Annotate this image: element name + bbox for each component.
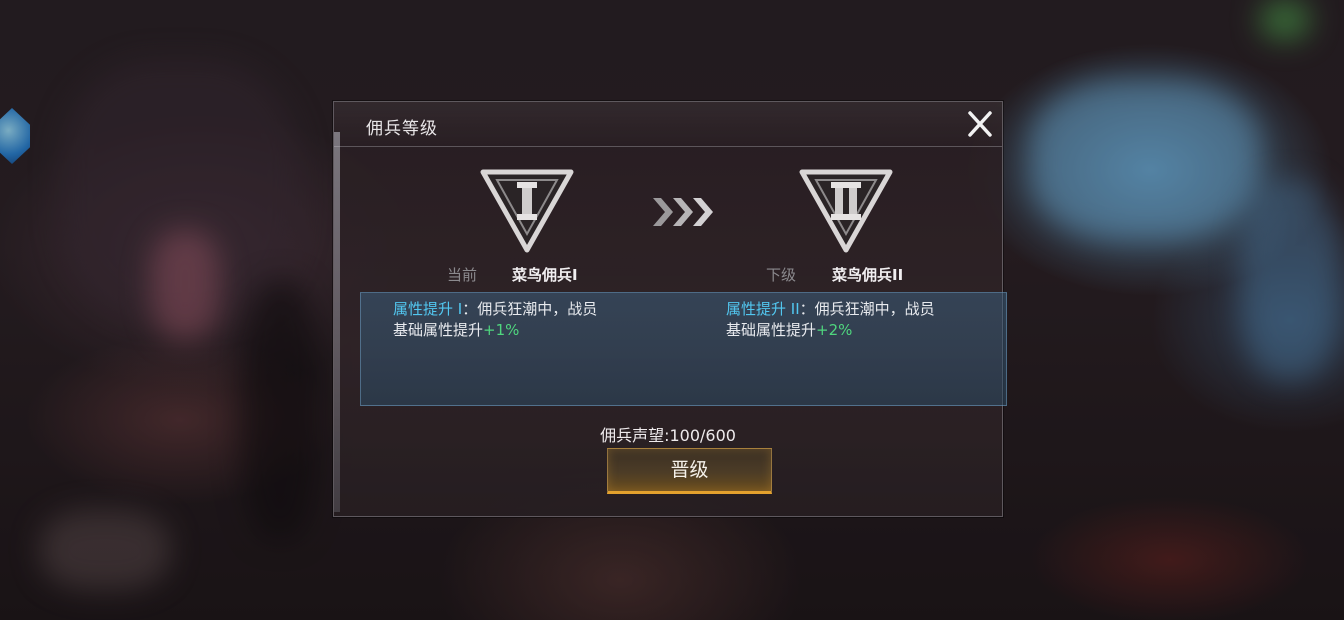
mercenary-level-dialog: 佣兵等级 当前 菜鸟佣兵I 下级 菜鸟佣兵II 属性提升 I：佣兵狂潮中，战员 … [333,101,1007,517]
bonus-description-box: 属性提升 I：佣兵狂潮中，战员 基础属性提升+1% 属性提升 II：佣兵狂潮中，… [360,292,1007,406]
next-level-name: 菜鸟佣兵II [832,266,904,284]
panel-side-rail [334,132,340,512]
dialog-header: 佣兵等级 [334,102,1002,147]
current-level-label: 当前 [447,266,478,284]
next-bonus-text: 属性提升 II：佣兵狂潮中，战员 基础属性提升+2% [726,300,935,339]
next-level-label: 下级 [766,266,797,284]
chevrons-right-icon [653,198,713,226]
close-icon[interactable] [964,108,996,140]
upgrade-button[interactable]: 晋级 [607,448,772,494]
reputation-progress-text: 佣兵声望:100/600 [600,426,736,445]
dialog-title: 佣兵等级 [366,119,438,139]
current-level-name: 菜鸟佣兵I [512,266,578,284]
rank-emblem-current-icon [480,169,574,253]
rank-emblem-next-icon [799,169,893,253]
current-bonus-text: 属性提升 I：佣兵狂潮中，战员 基础属性提升+1% [393,300,598,339]
